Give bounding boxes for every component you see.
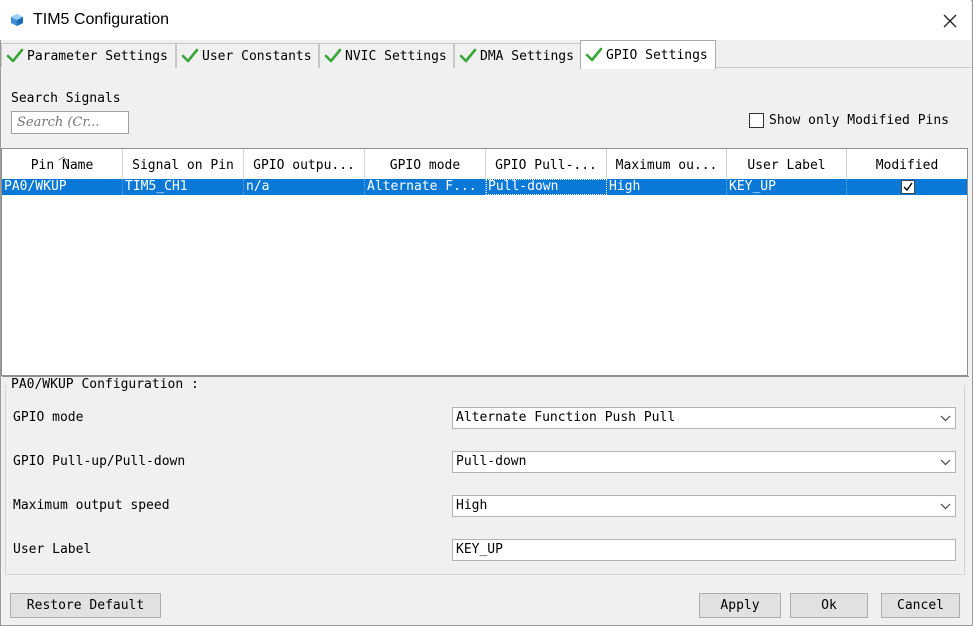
column-header-signal[interactable]: Signal on Pin: [123, 149, 244, 179]
tab-label: User Constants: [202, 48, 312, 64]
tab-dma-settings[interactable]: DMA Settings: [454, 43, 581, 68]
gpio-mode-label: GPIO mode: [13, 410, 84, 425]
cell-pin-name[interactable]: PA0/WKUP: [2, 179, 123, 195]
check-icon: [585, 47, 603, 62]
tab-parameter-settings[interactable]: Parameter Settings: [1, 43, 176, 68]
check-icon: [6, 48, 24, 63]
gpio-mode-select[interactable]: Alternate Function Push Pull: [452, 407, 956, 429]
apply-button[interactable]: Apply: [699, 593, 781, 618]
check-icon: [459, 48, 477, 63]
cell-max-speed[interactable]: High: [607, 179, 727, 195]
chevron-down-icon[interactable]: [935, 452, 955, 472]
cell-gpio-output[interactable]: n/a: [244, 179, 365, 195]
tab-label: GPIO Settings: [606, 47, 708, 63]
cell-user-label[interactable]: KEY_UP: [727, 179, 847, 195]
max-speed-select[interactable]: High: [452, 495, 956, 517]
column-header-max-speed[interactable]: Maximum ou...: [607, 149, 727, 179]
max-speed-value: High: [456, 498, 488, 513]
close-button[interactable]: [930, 6, 970, 36]
column-header-modified[interactable]: Modified: [847, 149, 967, 179]
window-title: TIM5 Configuration: [33, 11, 170, 28]
search-signals-label: Search Signals: [11, 91, 121, 106]
gpio-pull-value: Pull-down: [456, 454, 527, 469]
column-header-gpio-mode[interactable]: GPIO mode: [365, 149, 486, 179]
pin-table: ︿ Pin Name Signal on Pin GPIO outpu... G…: [1, 148, 968, 376]
tab-user-constants[interactable]: User Constants: [176, 43, 319, 68]
close-icon: [943, 14, 957, 28]
column-header-user-label[interactable]: User Label: [727, 149, 847, 179]
config-title: PA0/WKUP Configuration :: [10, 377, 200, 392]
tab-gpio-settings[interactable]: GPIO Settings: [580, 40, 716, 69]
sort-up-icon: ︿: [58, 152, 68, 163]
checkmark-icon: [903, 182, 913, 192]
chevron-down-icon[interactable]: [935, 496, 955, 516]
check-icon: [324, 48, 342, 63]
checkbox-box[interactable]: [749, 113, 764, 128]
cancel-button[interactable]: Cancel: [881, 593, 960, 618]
show-only-modified-label: Show only Modified Pins: [769, 113, 950, 128]
show-only-modified-checkbox[interactable]: Show only Modified Pins: [749, 113, 949, 128]
tab-bar: Parameter Settings User Constants NVIC S…: [0, 40, 971, 69]
table-header: ︿ Pin Name Signal on Pin GPIO outpu... G…: [2, 149, 967, 179]
gpio-pull-label: GPIO Pull-up/Pull-down: [13, 454, 186, 469]
user-label-input[interactable]: KEY_UP: [452, 539, 956, 561]
tab-label: NVIC Settings: [345, 48, 447, 64]
chevron-down-icon[interactable]: [935, 408, 955, 428]
user-label-label: User Label: [13, 542, 92, 557]
column-header-pin-name[interactable]: ︿ Pin Name: [2, 149, 123, 179]
cell-gpio-pull[interactable]: Pull-down: [486, 179, 607, 195]
cell-gpio-mode[interactable]: Alternate F...: [365, 179, 486, 195]
tab-nvic-settings[interactable]: NVIC Settings: [319, 43, 454, 68]
search-input[interactable]: [11, 111, 129, 134]
tab-label: Parameter Settings: [27, 48, 168, 64]
restore-default-button[interactable]: Restore Default: [10, 593, 161, 618]
modified-checkbox[interactable]: [901, 180, 915, 194]
tab-label: DMA Settings: [480, 48, 574, 64]
check-icon: [181, 48, 199, 63]
cell-modified[interactable]: [847, 179, 967, 195]
table-row[interactable]: PA0/WKUP TIM5_CH1 n/a Alternate F... Pul…: [2, 179, 967, 195]
ok-button[interactable]: Ok: [790, 593, 868, 618]
column-header-gpio-pull[interactable]: GPIO Pull-...: [486, 149, 607, 179]
max-speed-label: Maximum output speed: [13, 498, 170, 513]
column-header-gpio-output[interactable]: GPIO outpu...: [244, 149, 365, 179]
gpio-pull-select[interactable]: Pull-down: [452, 451, 956, 473]
app-cube-icon: [10, 13, 24, 27]
cell-signal[interactable]: TIM5_CH1: [123, 179, 244, 195]
gpio-mode-value: Alternate Function Push Pull: [456, 410, 676, 425]
